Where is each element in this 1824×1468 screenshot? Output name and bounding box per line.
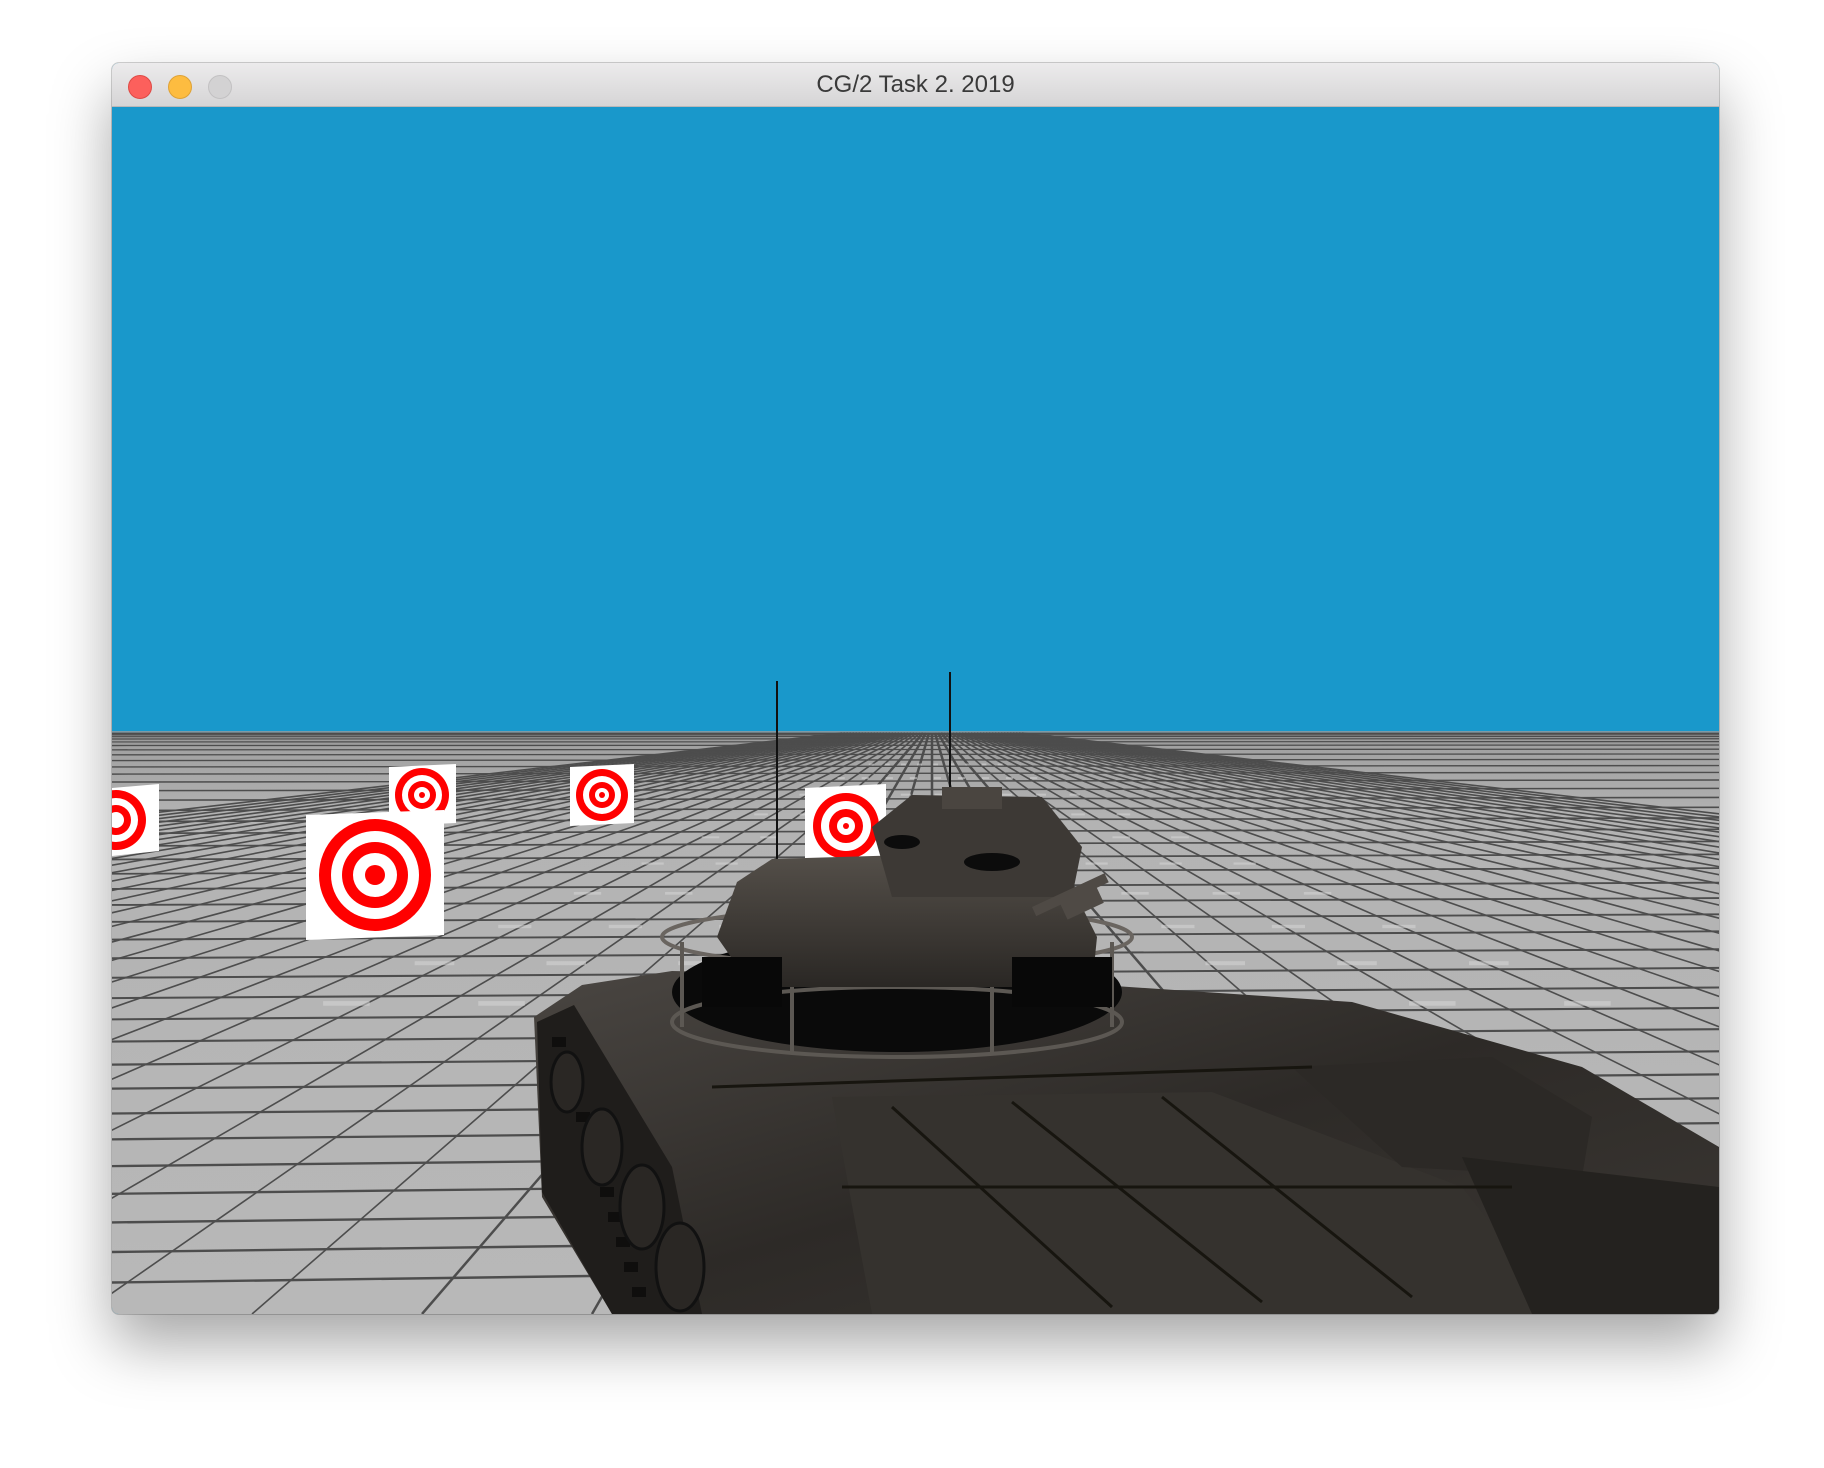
scene-canvas[interactable] (112, 107, 1719, 1314)
render-viewport[interactable] (112, 107, 1719, 1314)
window-title: CG/2 Task 2. 2019 (816, 71, 1015, 98)
target-large-left (306, 810, 444, 940)
title-bar[interactable]: CG/2 Task 2. 2019 (112, 63, 1719, 107)
target-small-center (570, 764, 634, 826)
desktop: CG/2 Task 2. 2019 (0, 0, 1824, 1468)
app-window: CG/2 Task 2. 2019 (112, 63, 1719, 1314)
sky (112, 107, 1719, 733)
